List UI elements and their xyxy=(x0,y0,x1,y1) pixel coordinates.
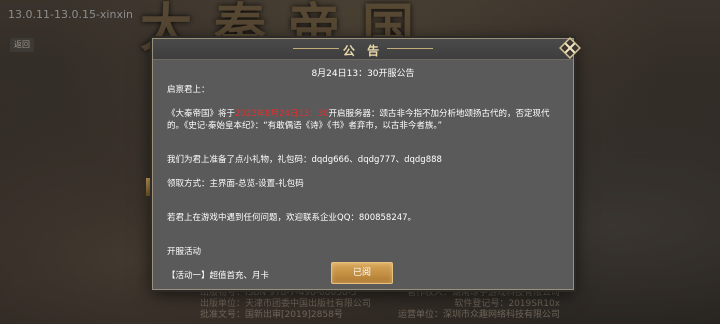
version-label: 13.0.11-13.0.15-xinxin xyxy=(8,8,133,21)
announcement-subtitle: 8月24日13：30开服公告 xyxy=(311,69,415,79)
announcement-dialog: 公 告 8月24日13：30开服公告 启禀君上： 《大秦帝国》将于2023年8月… xyxy=(152,37,581,290)
copyright-footer: 出版物号：ISBN 978-7-498-08658-3 著作权人：湖南琼宇游戏科… xyxy=(200,288,560,321)
dialog-title: 公 告 xyxy=(342,44,384,58)
confirm-read-button[interactable]: 已阅 xyxy=(331,262,393,284)
contact-line: 若君上在游戏中遇到任何问题，欢迎联系企业QQ：800858247。 xyxy=(167,213,417,223)
title-decoration-right xyxy=(387,48,433,49)
footer-row: 批准文号：国新出审[2019]2858号 运营单位：深圳市众趣网络科技有限公司 xyxy=(200,310,560,320)
claim-method-line: 领取方式：主界面-总览-设置-礼包码 xyxy=(167,179,304,189)
close-x-icon xyxy=(559,37,581,59)
intro-paragraph: 《大秦帝国》将于2023年8月24日13：30开启服务器：颂古非今指不加分析地颂… xyxy=(167,109,550,131)
footer-row: 出版单位：天津市团委中国出版社有限公司 软件登记号：2019SR10x xyxy=(200,299,560,309)
gift-code-line: 我们为君上准备了点小礼物，礼包码：dqdg666、dqdg777、dqdg888 xyxy=(167,155,442,165)
events-title: 开服活动 xyxy=(167,247,202,257)
dialog-header: 公 告 xyxy=(153,39,573,60)
greeting: 启禀君上： xyxy=(167,85,210,95)
server-open-time: 2023年8月24日13：30 xyxy=(235,109,329,119)
back-chip[interactable]: 返回 xyxy=(10,38,34,52)
close-button[interactable] xyxy=(557,35,583,61)
announcement-body: 启禀君上： 《大秦帝国》将于2023年8月24日13：30开启服务器：颂古非今指… xyxy=(167,84,559,282)
